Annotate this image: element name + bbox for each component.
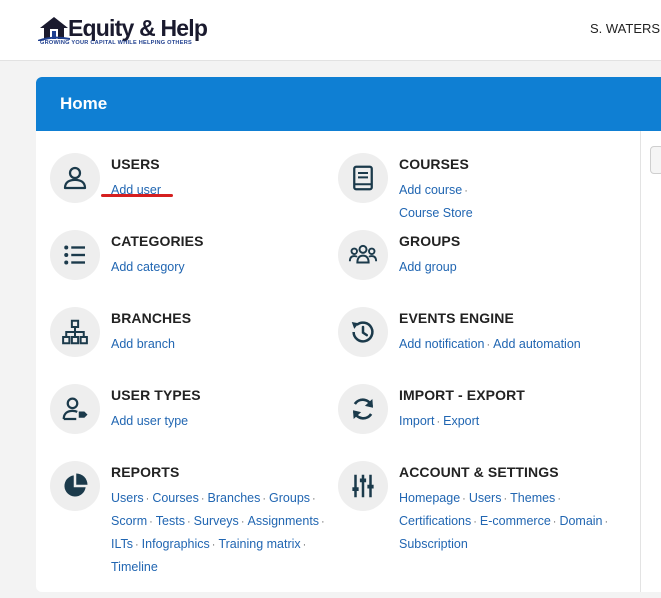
categories-title[interactable]: CATEGORIES	[111, 233, 204, 249]
themes-link[interactable]: Themes	[510, 491, 555, 505]
sitemap-icon[interactable]	[50, 307, 100, 357]
report-courses-link[interactable]: Courses	[152, 491, 199, 505]
report-assignments-link[interactable]: Assignments	[247, 514, 319, 528]
groups-title[interactable]: GROUPS	[399, 233, 460, 249]
column-divider	[640, 131, 641, 592]
course-store-link[interactable]: Course Store	[399, 206, 473, 220]
report-infographics-link[interactable]: Infographics	[142, 537, 210, 551]
add-course-link[interactable]: Add course	[399, 183, 462, 197]
branches-title[interactable]: BRANCHES	[111, 310, 191, 326]
account-settings-links: Homepage · Users · Themes · Certifications · E-…	[399, 491, 609, 551]
user-types-links: Add user type	[111, 410, 188, 432]
page-title: Home	[60, 94, 108, 113]
top-bar: Equity & Help GROWING YOUR CAPITAL WHILE…	[0, 0, 661, 61]
subscription-link[interactable]: Subscription	[399, 537, 468, 551]
report-surveys-link[interactable]: Surveys	[194, 514, 239, 528]
report-scorm-link[interactable]: Scorm	[111, 514, 147, 528]
courses-title[interactable]: COURSES	[399, 156, 469, 172]
sliders-icon[interactable]	[338, 461, 388, 511]
export-link[interactable]: Export	[443, 414, 479, 428]
users-links: Add user	[111, 179, 161, 201]
certifications-link[interactable]: Certifications	[399, 514, 471, 528]
reports-title[interactable]: REPORTS	[111, 464, 179, 480]
pie-chart-icon[interactable]	[50, 461, 100, 511]
categories-links: Add category	[111, 256, 185, 278]
settings-users-link[interactable]: Users	[469, 491, 502, 505]
homepage-link[interactable]: Homepage	[399, 491, 460, 505]
import-export-links: Import · Export	[399, 414, 480, 428]
events-engine-links: Add notification · Add automation	[399, 337, 581, 351]
history-icon[interactable]	[338, 307, 388, 357]
branches-links: Add branch	[111, 333, 175, 355]
book-icon[interactable]	[338, 153, 388, 203]
users-title[interactable]: USERS	[111, 156, 160, 172]
sync-icon[interactable]	[338, 384, 388, 434]
user-icon[interactable]	[50, 153, 100, 203]
reports-links: Users · Courses · Branches · Groups · Scorm · Tes…	[111, 491, 325, 574]
logo-tagline: GROWING YOUR CAPITAL WHILE HELPING OTHER…	[40, 40, 192, 46]
user-menu[interactable]: S. WATERS |	[590, 21, 661, 36]
add-automation-link[interactable]: Add automation	[493, 337, 581, 351]
ecommerce-link[interactable]: E-commerce	[480, 514, 551, 528]
list-icon[interactable]	[50, 230, 100, 280]
report-ilts-link[interactable]: ILTs	[111, 537, 133, 551]
import-link[interactable]: Import	[399, 414, 434, 428]
home-panel: Home USERS Add user COURSES Add course · …	[36, 77, 661, 592]
user-types-title[interactable]: USER TYPES	[111, 387, 201, 403]
add-group-link[interactable]: Add group	[399, 260, 457, 274]
report-groups-link[interactable]: Groups	[269, 491, 310, 505]
company-logo[interactable]: Equity & Help GROWING YOUR CAPITAL WHILE…	[38, 13, 218, 49]
report-tests-link[interactable]: Tests	[156, 514, 185, 528]
add-branch-link[interactable]: Add branch	[111, 337, 175, 351]
account-settings-title[interactable]: ACCOUNT & SETTINGS	[399, 464, 559, 480]
report-training-matrix-link[interactable]: Training matrix	[218, 537, 300, 551]
report-users-link[interactable]: Users	[111, 491, 144, 505]
add-notification-link[interactable]: Add notification	[399, 337, 484, 351]
house-logo-icon	[38, 17, 70, 41]
report-branches-link[interactable]: Branches	[208, 491, 261, 505]
events-engine-title[interactable]: EVENTS ENGINE	[399, 310, 514, 326]
red-underline-annotation	[101, 194, 173, 197]
logo-title: Equity & Help	[68, 15, 208, 41]
side-widget[interactable]	[650, 146, 661, 174]
panel-header: Home	[36, 77, 661, 131]
groups-links: Add group	[399, 256, 457, 278]
group-icon[interactable]	[338, 230, 388, 280]
domain-link[interactable]: Domain	[559, 514, 602, 528]
add-category-link[interactable]: Add category	[111, 260, 185, 274]
report-timeline-link[interactable]: Timeline	[111, 560, 158, 574]
user-tag-icon[interactable]	[50, 384, 100, 434]
import-export-title[interactable]: IMPORT - EXPORT	[399, 387, 525, 403]
courses-links: Add course · Course Store	[399, 183, 473, 220]
add-user-type-link[interactable]: Add user type	[111, 414, 188, 428]
